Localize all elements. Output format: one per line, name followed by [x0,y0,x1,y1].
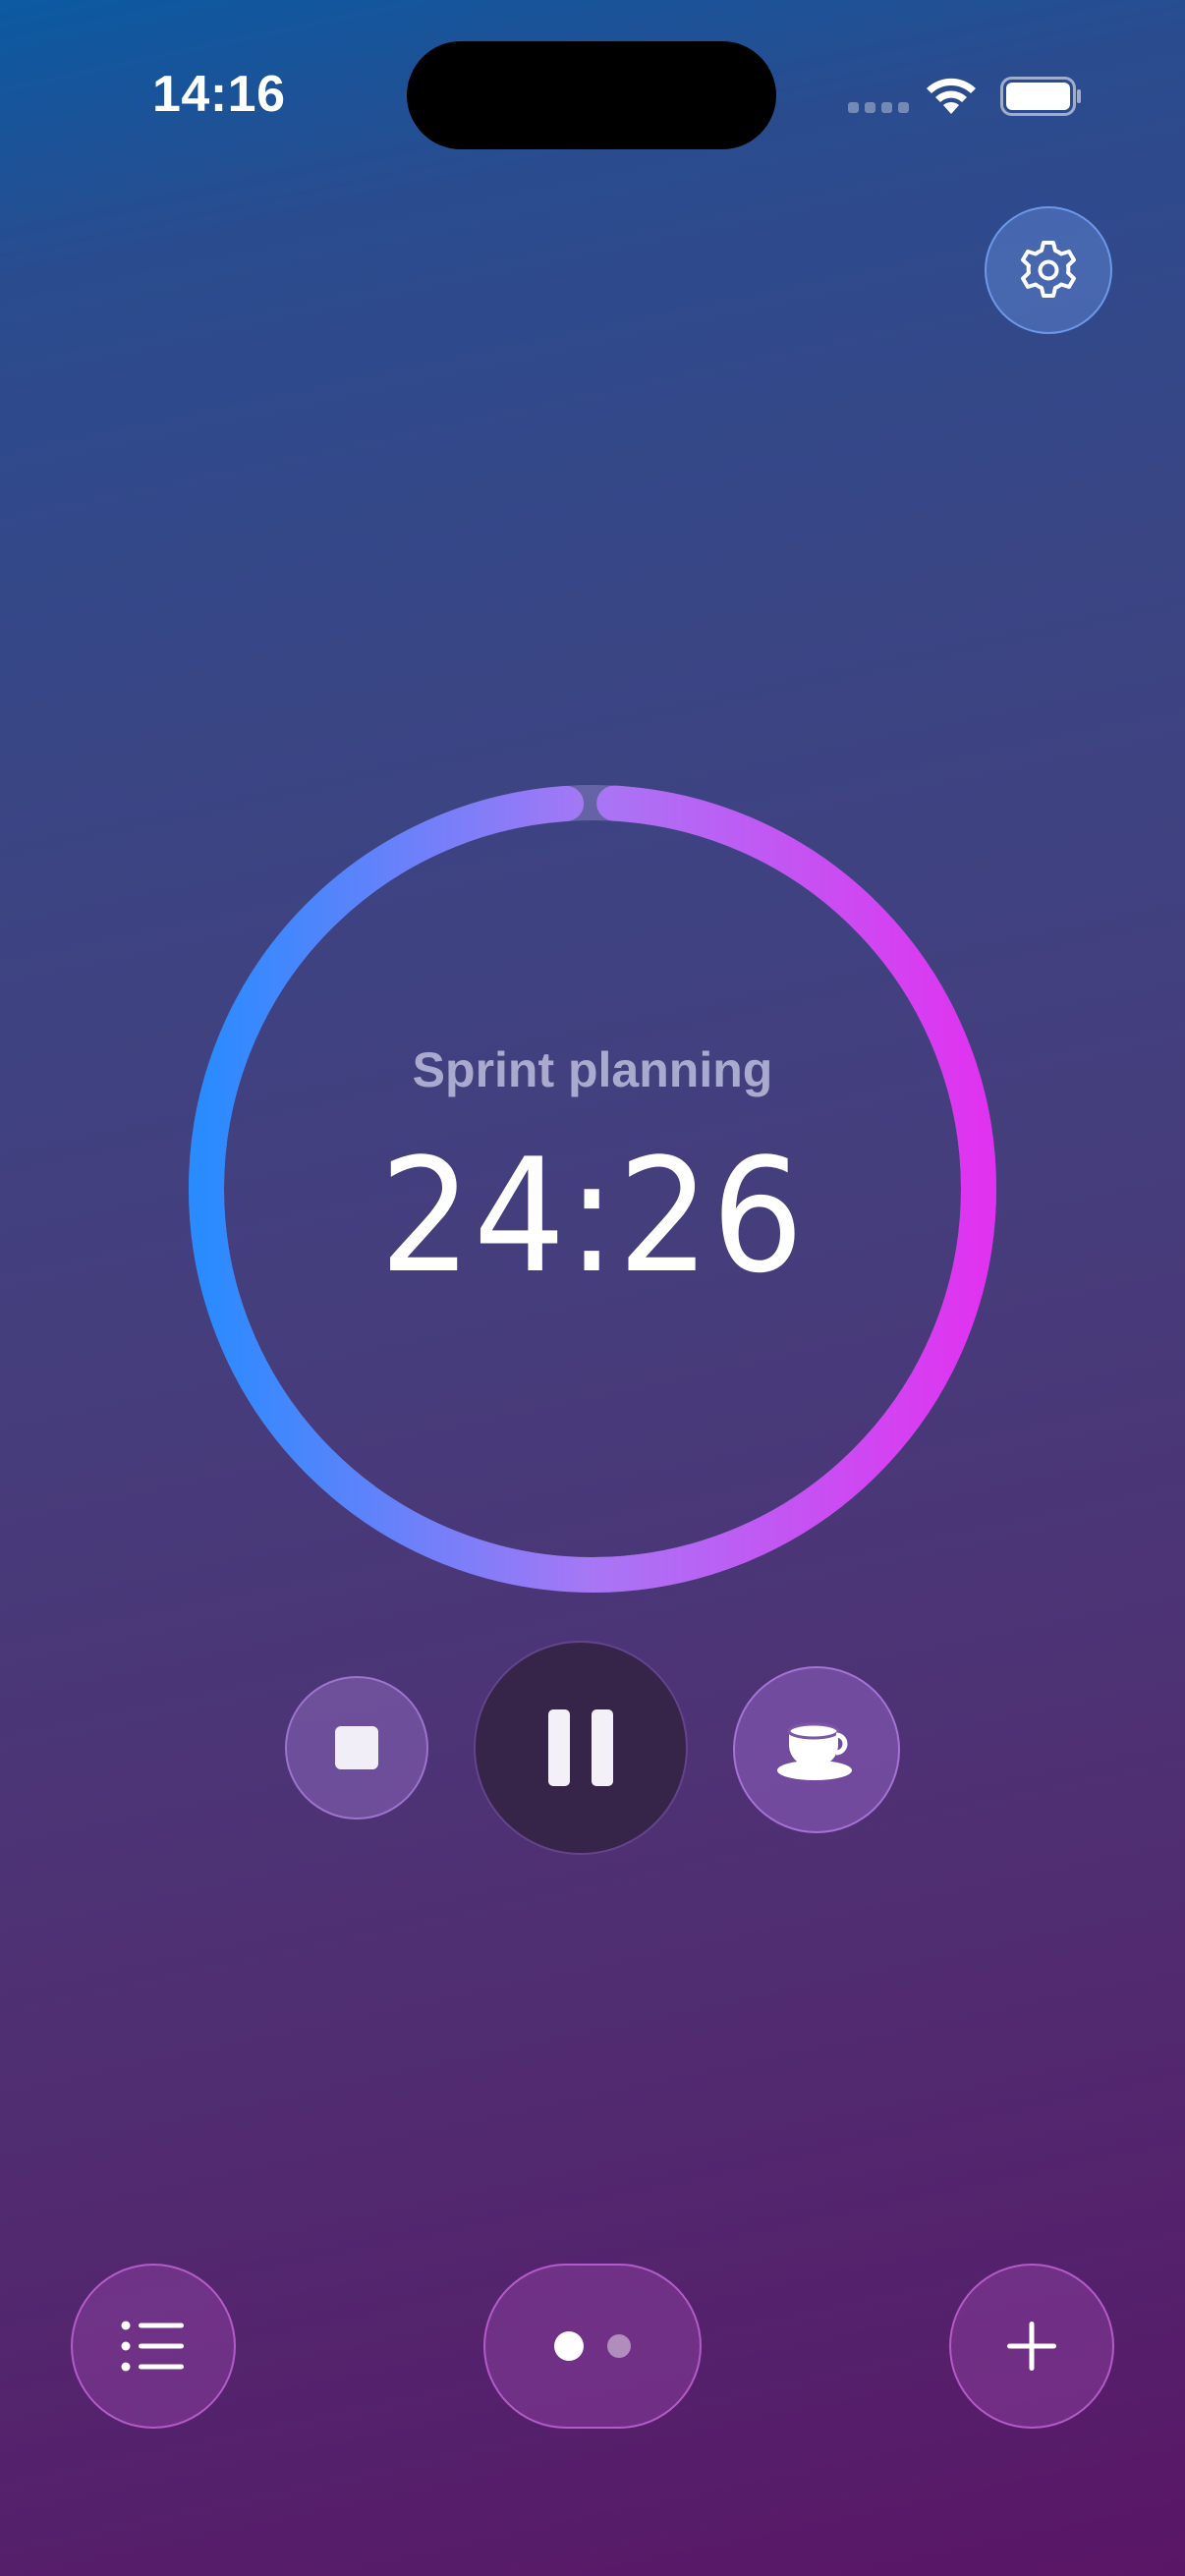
page-dot-inactive [607,2334,631,2358]
add-task-button[interactable] [949,2264,1114,2429]
page-dot-active [554,2331,584,2361]
coffee-cup-icon [777,1722,852,1780]
break-button[interactable] [733,1666,900,1833]
plus-icon [1007,2322,1056,2371]
list-icon [121,2321,184,2372]
battery-icon [1000,77,1081,116]
countdown-timer: 24:26 [379,1124,806,1308]
stop-icon [335,1726,378,1769]
settings-button[interactable] [985,206,1112,334]
stop-button[interactable] [285,1676,428,1820]
page-indicator[interactable] [483,2264,702,2429]
pause-button[interactable] [474,1641,688,1855]
pause-icon [548,1709,613,1786]
cellular-signal-icon [848,102,909,116]
task-list-button[interactable] [71,2264,236,2429]
wifi-icon [927,78,976,114]
dynamic-island [407,41,776,149]
gear-icon [1021,241,1076,298]
status-time: 14:16 [152,66,286,123]
task-title: Sprint planning [412,1042,773,1097]
